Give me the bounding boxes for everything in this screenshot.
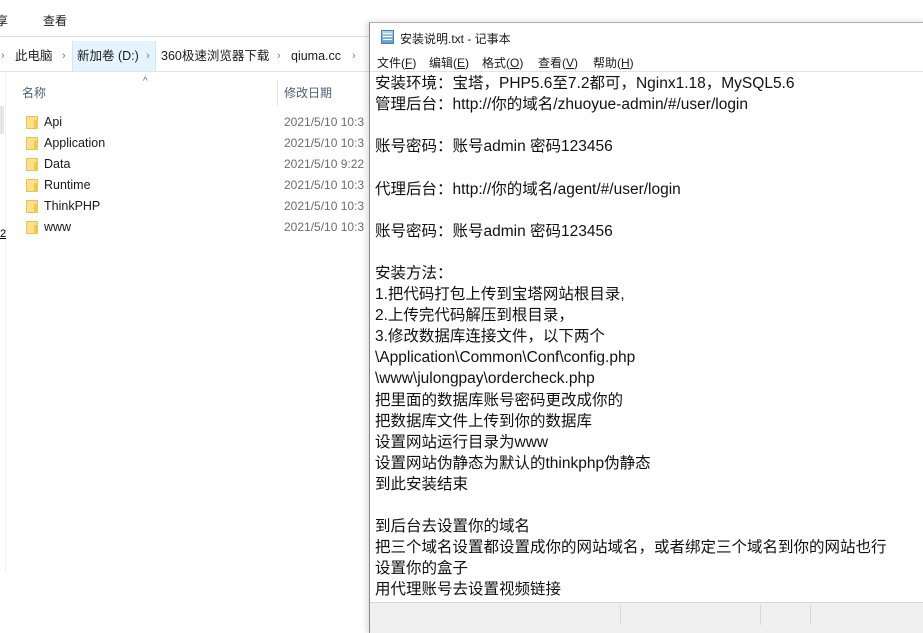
text-line: 1.把代码打包上传到宝塔网站根目录,: [375, 286, 625, 303]
text-line: 2.上传完代码解压到根目录，: [375, 307, 574, 325]
status-divider: [760, 605, 761, 625]
file-list: Api 2021/5/10 10:3 Application 2021/5/10…: [0, 112, 368, 238]
file-row[interactable]: Runtime 2021/5/10 10:3: [0, 175, 368, 196]
menu-label-end: ): [519, 56, 524, 70]
menu-accelerator: E: [457, 56, 466, 70]
file-date: 2021/5/10 9:22: [284, 157, 365, 171]
text-line: 把三个域名设置都设置成你的网站域名，或者绑定三个域名到你的网站也行: [375, 539, 887, 557]
ribbon-tab-view[interactable]: 查看: [43, 12, 67, 29]
text-line: 设置你的盒子: [375, 560, 469, 578]
file-name: Application: [44, 136, 106, 150]
menu-label: 编辑(: [429, 56, 457, 70]
text-line: 安装环境：宝塔，PHP5.6至7.2都可，Nginx1.18，MySQL5.6: [375, 75, 795, 92]
file-name: www: [44, 220, 72, 234]
file-row[interactable]: Application 2021/5/10 10:3: [0, 133, 368, 154]
menu-accelerator: O: [510, 56, 520, 70]
file-row[interactable]: www 2021/5/10 10:3: [0, 217, 368, 238]
menu-label-end: ): [629, 56, 634, 70]
file-row[interactable]: Api 2021/5/10 10:3: [0, 112, 368, 133]
breadcrumb-this-pc[interactable]: 此电脑: [15, 41, 53, 71]
folder-icon: [26, 179, 38, 192]
folder-icon: [26, 200, 38, 213]
text-line: \www\julongpay\ordercheck.php: [375, 370, 595, 388]
file-date: 2021/5/10 10:3: [284, 220, 365, 234]
menu-label-end: ): [412, 56, 417, 70]
status-divider: [620, 605, 621, 625]
breadcrumb-drive-d[interactable]: 新加卷 (D:): [72, 41, 144, 71]
breadcrumb-qiuma[interactable]: qiuma.cc: [291, 41, 341, 71]
chevron-right-icon[interactable]: ›: [352, 41, 356, 71]
text-line: 把数据库文件上传到你的数据库: [375, 412, 593, 430]
text-line: \Application\Common\Conf\config.php: [375, 349, 636, 367]
text-line: 把里面的数据库账号密码更改成你的: [375, 391, 624, 409]
menu-accelerator: V: [566, 56, 575, 70]
file-name: ThinkPHP: [44, 199, 101, 213]
folder-icon: [26, 221, 38, 234]
text-line: 设置网站伪静态为默认的thinkphp伪静态: [375, 454, 651, 472]
menu-format[interactable]: 格式(O): [482, 54, 523, 71]
chevron-right-icon[interactable]: ›: [62, 41, 66, 71]
file-date: 2021/5/10 10:3: [284, 136, 365, 150]
text-line: 设置网站运行目录为www: [375, 433, 549, 451]
column-divider[interactable]: [277, 80, 278, 106]
text-line: 安装方法：: [375, 264, 453, 282]
chevron-right-icon[interactable]: ›: [277, 41, 281, 71]
text-line: 账号密码：账号admin 密码123456: [375, 138, 613, 156]
sort-ascending-icon: ^: [143, 76, 148, 87]
text-line: 用代理账号去设置视频链接: [375, 581, 562, 599]
file-row[interactable]: Data 2021/5/10 9:22: [0, 154, 368, 175]
text-line: 到此安装结束: [375, 475, 469, 493]
text-editor-area[interactable]: 安装环境：宝塔，PHP5.6至7.2都可，Nginx1.18，MySQL5.6 管…: [370, 71, 923, 603]
menu-label: 查看(: [538, 56, 566, 70]
column-header-name[interactable]: 名称: [22, 84, 46, 101]
file-date: 2021/5/10 10:3: [284, 115, 365, 129]
ribbon-tab-share[interactable]: 享: [0, 12, 8, 29]
text-line: 管理后台：http://你的域名/zhuoyue-admin/#/user/lo…: [375, 96, 748, 114]
notepad-icon: [381, 30, 394, 44]
text-line: 3.修改数据库连接文件，以下两个: [375, 328, 605, 346]
menu-label: 帮助(: [593, 56, 621, 70]
file-name: Runtime: [44, 178, 91, 192]
status-bar: [370, 602, 923, 633]
text-line: 代理后台：http://你的域名/agent/#/user/login: [375, 180, 681, 198]
breadcrumb-downloads[interactable]: 360极速浏览器下载: [161, 41, 269, 71]
menu-label-end: ): [574, 56, 579, 70]
status-divider: [810, 605, 811, 625]
file-row[interactable]: ThinkPHP 2021/5/10 10:3: [0, 196, 368, 217]
file-date: 2021/5/10 10:3: [284, 178, 365, 192]
menu-label: 格式(: [482, 56, 510, 70]
menu-label: 文件(: [377, 56, 405, 70]
file-name: Data: [44, 157, 71, 171]
menu-bar: 文件(F) 编辑(E) 格式(O) 查看(V) 帮助(H): [370, 51, 923, 71]
file-name: Api: [44, 115, 63, 129]
folder-icon: [26, 158, 38, 171]
folder-icon: [26, 116, 38, 129]
chevron-right-icon: ›: [1, 50, 5, 62]
title-bar[interactable]: 安装说明.txt - 记事本: [370, 23, 923, 51]
menu-help[interactable]: 帮助(H): [593, 54, 634, 71]
folder-icon: [26, 137, 38, 150]
menu-file[interactable]: 文件(F): [377, 54, 416, 71]
chevron-right-icon[interactable]: ›: [141, 41, 156, 71]
menu-view[interactable]: 查看(V): [538, 54, 578, 71]
file-date: 2021/5/10 10:3: [284, 199, 365, 213]
menu-accelerator: H: [621, 56, 630, 70]
notepad-window: 安装说明.txt - 记事本 文件(F) 编辑(E) 格式(O) 查看(V) 帮…: [369, 22, 923, 633]
menu-label-end: ): [465, 56, 470, 70]
menu-edit[interactable]: 编辑(E): [429, 54, 469, 71]
text-line: 到后台去设置你的域名: [375, 518, 531, 536]
window-title: 安装说明.txt - 记事本: [400, 32, 511, 46]
column-header-date[interactable]: 修改日期: [284, 84, 332, 101]
text-line: 账号密码：账号admin 密码123456: [375, 222, 613, 240]
